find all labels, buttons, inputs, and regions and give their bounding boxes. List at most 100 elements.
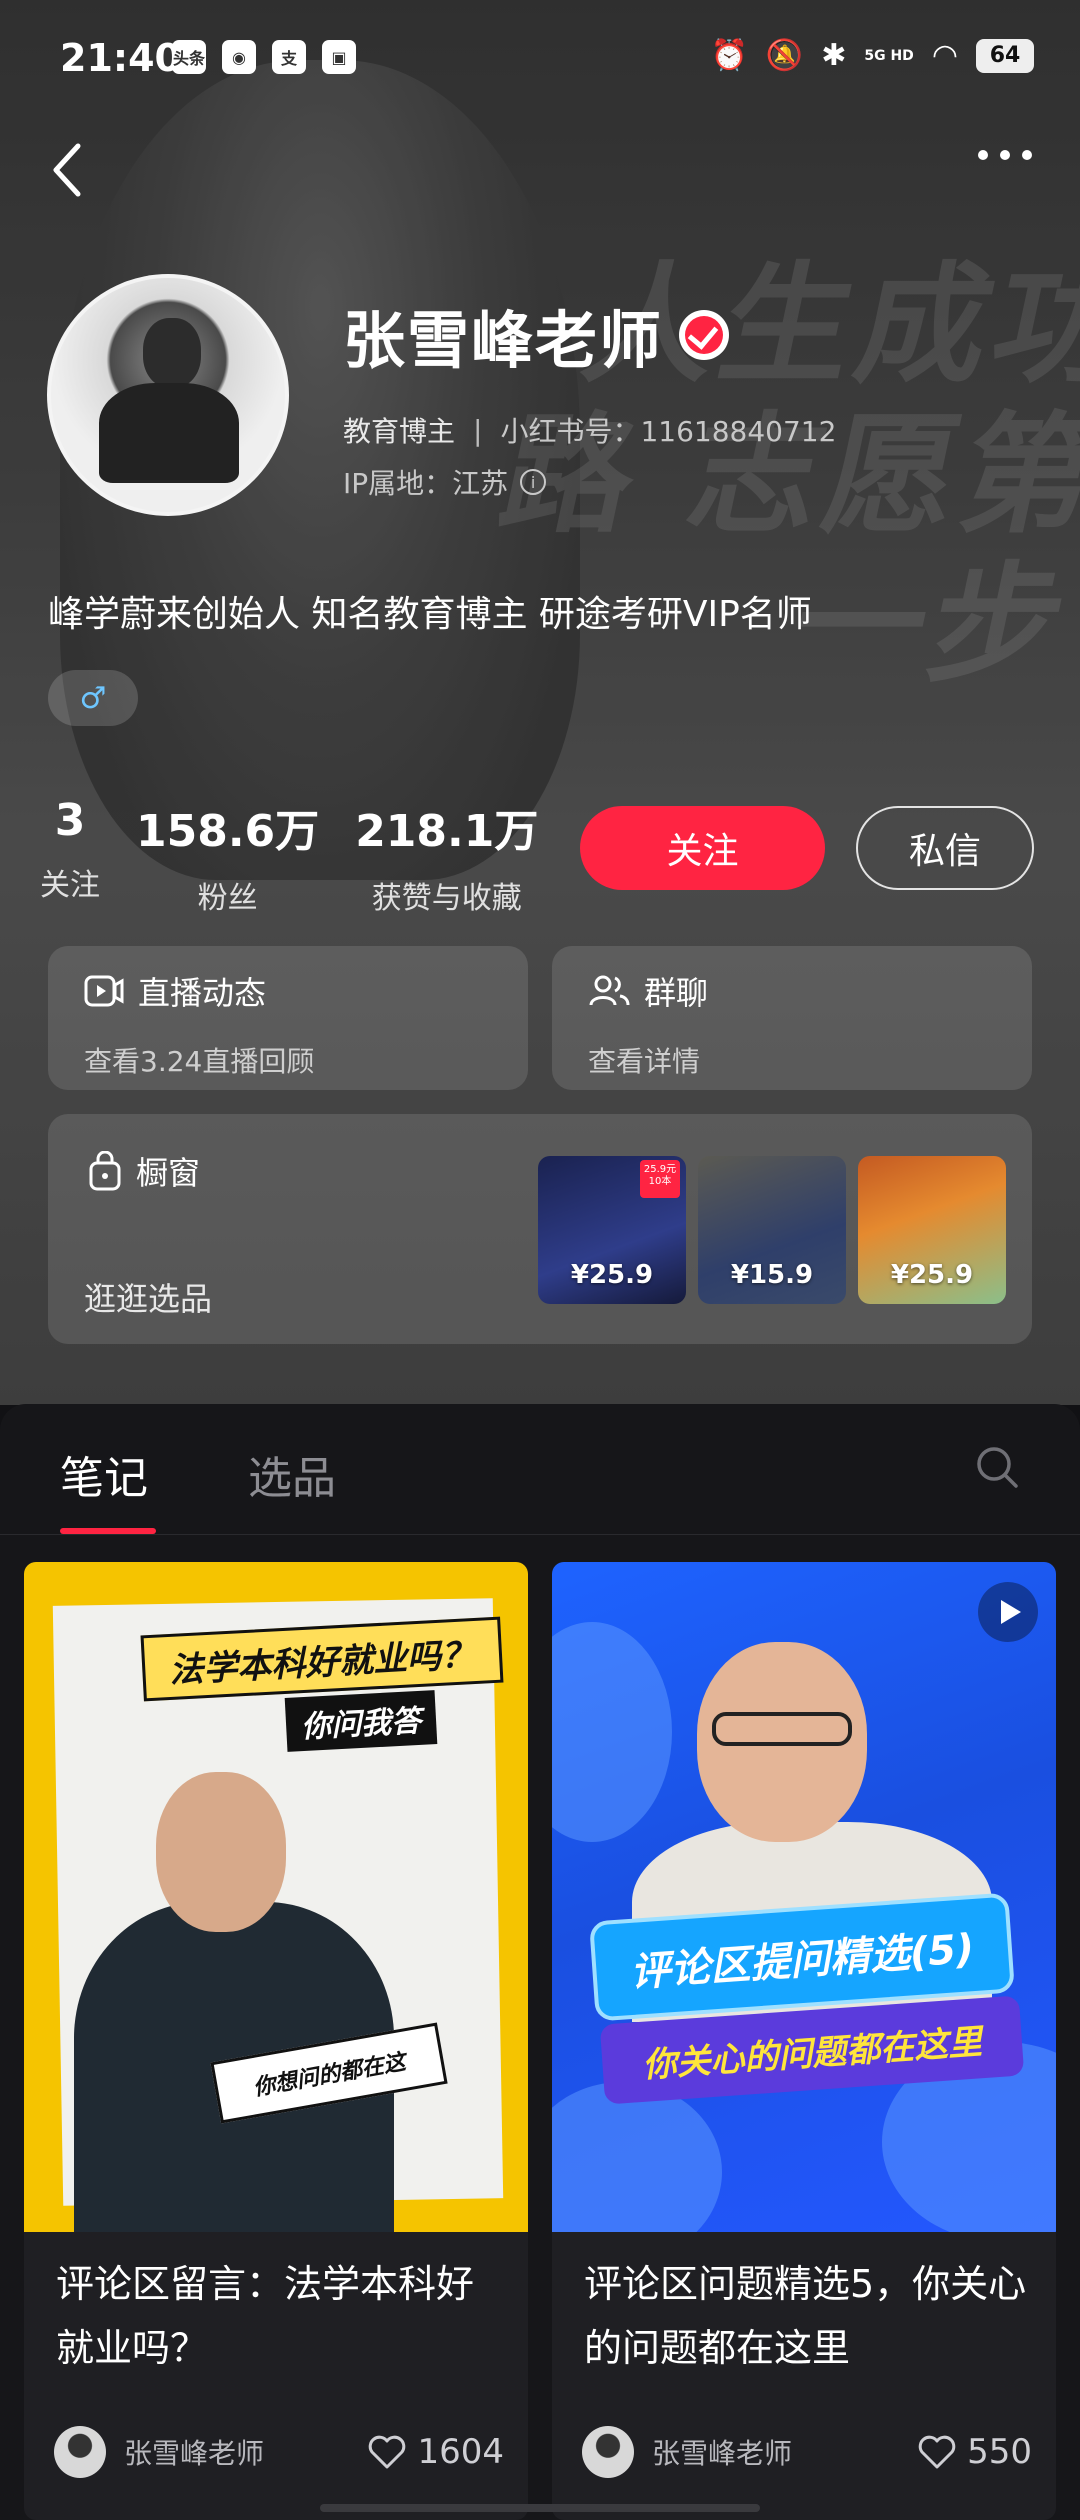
content-tabs: 笔记 选品 [60, 1442, 336, 1534]
like-count: 1604 [417, 2432, 504, 2472]
cover-subheadline: 你问我答 [284, 1690, 438, 1752]
live-video-icon [84, 975, 124, 1007]
stat-value: 158.6万 [136, 806, 320, 857]
name-row: 张雪峰老师 [343, 290, 730, 380]
profile-name: 张雪峰老师 [343, 304, 664, 377]
profile-meta: 教育博主 | 小红书号：11618840712 [343, 410, 836, 450]
alarm-icon: ⏰ [710, 38, 748, 73]
profile-category: 教育博主 [343, 415, 456, 448]
toutiao-app-icon: 头条 [172, 40, 206, 74]
product-thumbnail[interactable]: ¥15.9 [698, 1156, 846, 1304]
group-chat-card[interactable]: 群聊 查看详情 [552, 946, 1032, 1090]
info-icon[interactable]: i [520, 469, 547, 495]
profile-stats: 3 关注 158.6万 粉丝 218.1万 获赞与收藏 [40, 795, 574, 917]
tab-notes[interactable]: 笔记 [60, 1442, 156, 1534]
product-price: ¥25.9 [570, 1260, 654, 1290]
like-button[interactable]: 1604 [367, 2432, 504, 2472]
stat-followers[interactable]: 158.6万 粉丝 [136, 795, 319, 917]
bilibili-app-icon: ▣ [322, 40, 356, 74]
mute-icon: 🔕 [765, 38, 804, 73]
product-thumbnails: 25.9元 10本 ¥25.9 ¥15.9 ¥25.9 [538, 1156, 1006, 1304]
bluetooth-icon: ✱ [821, 38, 847, 73]
tab-divider [0, 1534, 1080, 1535]
product-price: ¥25.9 [890, 1260, 974, 1290]
notification-icons: 头条 ◉ 支 ▣ [172, 40, 356, 74]
video-play-icon [978, 1582, 1038, 1642]
note-footer: 张雪峰老师 550 [582, 2422, 1032, 2482]
group-people-icon [589, 975, 630, 1006]
profile-id[interactable]: 小红书号：11618840712 [500, 410, 836, 450]
author-avatar[interactable] [582, 2426, 634, 2478]
tab-products[interactable]: 选品 [248, 1442, 336, 1506]
stat-value: 218.1万 [355, 806, 539, 857]
more-dot-icon [1022, 150, 1032, 160]
ip-location: IP属地：江苏 i [343, 462, 547, 502]
author-name[interactable]: 张雪峰老师 [652, 2432, 917, 2472]
avatar-body [99, 383, 239, 483]
avatar-image [51, 278, 285, 512]
alipay-app-icon: 支 [272, 40, 306, 74]
profile-avatar[interactable] [47, 274, 289, 516]
like-count: 550 [967, 2432, 1032, 2472]
wifi-icon: ◠ [931, 38, 958, 73]
note-card[interactable]: 评论区提问精选(5) 你关心的问题都在这里 评论区问题精选5，你关心的问题都在这… [552, 1562, 1056, 2520]
home-indicator[interactable] [320, 2504, 760, 2512]
more-options-button[interactable] [978, 150, 1032, 160]
status-time: 21:40 [60, 36, 181, 80]
search-icon[interactable] [974, 1444, 1020, 1490]
follow-button[interactable]: 关注 [580, 806, 825, 890]
product-thumbnail[interactable]: ¥25.9 [858, 1156, 1006, 1304]
check-icon [687, 318, 719, 350]
heart-icon [369, 2435, 406, 2469]
more-dot-icon [978, 150, 988, 160]
shop-card-header: 橱窗 [88, 1148, 200, 1194]
live-card-title: 直播动态 [138, 974, 267, 1012]
note-card[interactable]: 法学本科好就业吗？ 你问我答 你想问的都在这 评论区留言：法学本科好就业吗？ 张… [24, 1562, 528, 2520]
author-avatar[interactable] [54, 2426, 106, 2478]
heart-icon [918, 2435, 956, 2469]
group-card-title: 群聊 [644, 974, 709, 1012]
battery-icon: 64 [976, 38, 1034, 73]
weibo-app-icon: ◉ [222, 40, 256, 74]
verified-badge-icon [679, 310, 730, 360]
avatar-head [143, 318, 201, 388]
meta-separator: | [473, 413, 483, 447]
note-cover-image: 评论区提问精选(5) 你关心的问题都在这里 [552, 1562, 1056, 2232]
live-updates-card[interactable]: 直播动态 查看3.24直播回顾 [48, 946, 528, 1090]
shopping-bag-icon [89, 1151, 121, 1191]
stat-label: 粉丝 [197, 881, 258, 916]
gender-male-icon: ♂ [48, 670, 138, 726]
content-panel: 笔记 选品 法学本科好就业吗？ 你问我答 你想问的都在这 评论区留言：法学本科好… [0, 1404, 1080, 2520]
note-cover-image: 法学本科好就业吗？ 你问我答 你想问的都在这 [24, 1562, 528, 2232]
shop-card-title: 橱窗 [136, 1154, 201, 1192]
system-icons: ⏰ 🔕 ✱ 5G HD ◠ 64 [710, 38, 1034, 73]
back-icon[interactable] [48, 140, 88, 200]
shop-card-subtitle: 逛逛选品 [84, 1280, 213, 1318]
product-price: ¥15.9 [730, 1260, 814, 1290]
stat-label: 关注 [40, 868, 100, 903]
message-button[interactable]: 私信 [856, 806, 1034, 890]
stat-likes-collects[interactable]: 218.1万 获赞与收藏 [355, 795, 538, 917]
live-card-subtitle: 查看3.24直播回顾 [84, 1045, 315, 1078]
stat-label: 获赞与收藏 [371, 881, 522, 916]
shop-window-card[interactable]: 橱窗 逛逛选品 25.9元 10本 ¥25.9 ¥15.9 ¥25.9 [48, 1114, 1032, 1344]
live-card-header: 直播动态 [84, 968, 266, 1014]
network-indicator: 5G HD [864, 47, 914, 64]
more-dot-icon [1000, 150, 1010, 160]
note-footer: 张雪峰老师 1604 [54, 2422, 504, 2482]
stat-value: 3 [54, 795, 86, 846]
ip-label: IP属地：江苏 [343, 467, 509, 500]
group-card-header: 群聊 [588, 968, 708, 1014]
note-title: 评论区问题精选5，你关心的问题都在这里 [584, 2262, 1027, 2370]
profile-bio: 峰学蔚来创始人 知名教育博主 研途考研VIP名师 [48, 594, 812, 635]
author-name[interactable]: 张雪峰老师 [124, 2432, 367, 2472]
profile-header: 人生成功路 志愿第一步 21:40 头条 ◉ 支 ▣ ⏰ 🔕 ✱ 5G HD ◠… [0, 0, 1080, 1405]
note-title: 评论区留言：法学本科好就业吗？ [56, 2262, 475, 2370]
stat-following[interactable]: 3 关注 [40, 795, 100, 917]
like-button[interactable]: 550 [917, 2432, 1032, 2472]
status-bar: 21:40 头条 ◉ 支 ▣ ⏰ 🔕 ✱ 5G HD ◠ 64 [0, 0, 1080, 120]
product-promo-tag: 25.9元 10本 [640, 1160, 680, 1198]
group-card-subtitle: 查看详情 [588, 1045, 701, 1078]
product-thumbnail[interactable]: 25.9元 10本 ¥25.9 [538, 1156, 686, 1304]
cover-decoration [552, 1622, 672, 1842]
